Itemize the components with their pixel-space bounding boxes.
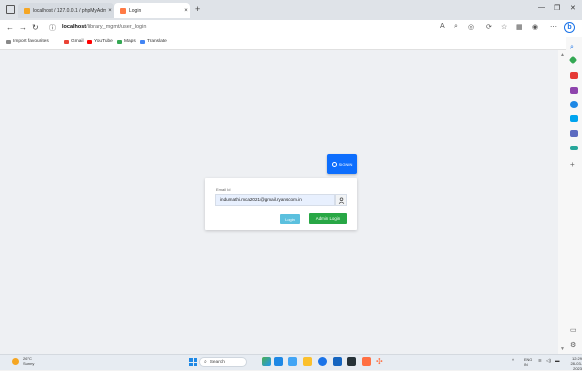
forward-icon[interactable]: → (19, 23, 27, 32)
battery-icon[interactable]: ▬ (555, 358, 560, 363)
lang-region: IN (524, 362, 528, 367)
outlook-icon[interactable] (570, 115, 578, 122)
edge-sidebar (566, 37, 582, 354)
bookmark-label: YouTube (94, 39, 113, 44)
info-icon[interactable]: ⓘ (49, 23, 56, 33)
tab-actions-icon[interactable] (6, 5, 15, 14)
restore-icon[interactable]: ❐ (554, 4, 560, 12)
scrollbar[interactable] (558, 50, 566, 354)
email-label: Email Id (216, 187, 231, 192)
close-tab-icon[interactable]: × (182, 8, 190, 14)
login-favicon-icon (120, 7, 126, 14)
games-icon[interactable] (570, 87, 578, 94)
more-icon[interactable]: ⋯ (550, 23, 557, 31)
edge-icon[interactable] (318, 357, 327, 366)
url-field[interactable]: localhost/library_mgmt/user_login (62, 24, 146, 30)
tools-icon[interactable] (570, 72, 578, 79)
terminal-icon[interactable] (347, 357, 356, 366)
gmail-icon (64, 39, 69, 44)
bookmark-label: Import favourites (13, 39, 49, 44)
bookmark-gmail[interactable]: Gmail (64, 39, 84, 44)
tab-login[interactable]: Login × (114, 3, 190, 18)
tab-title: Login (129, 7, 142, 14)
close-window-icon[interactable]: ✕ (570, 4, 576, 12)
youtube-icon (87, 39, 92, 44)
search-icon: ⌕ (204, 360, 207, 365)
weather-widget[interactable]: 26°C Sunny (23, 356, 35, 366)
tab-phpmyadmin[interactable]: localhost / 127.0.0.1 / phpMyAdmin × (18, 3, 114, 18)
bookmark-maps[interactable]: Maps (117, 39, 136, 44)
sun-icon[interactable] (12, 358, 19, 365)
signin-label: SIGNIN (338, 161, 353, 167)
signin-button[interactable]: SIGNIN (327, 154, 357, 174)
tray-chevron-icon[interactable]: ^ (512, 358, 514, 363)
language-indicator[interactable]: ENG IN (524, 358, 532, 367)
tab-title: localhost / 127.0.0.1 / phpMyAdmin (33, 7, 106, 14)
clock-date: 28-03-2023 (570, 361, 582, 371)
maps-icon (117, 39, 122, 44)
extensions-icon[interactable]: ⟳ (486, 23, 492, 31)
wifi-icon[interactable]: ≋ (538, 358, 542, 364)
scroll-up-icon[interactable]: ▲ (560, 52, 565, 58)
login-button[interactable]: Login (280, 214, 300, 224)
bookmark-translate[interactable]: Translate (140, 39, 167, 44)
drop-icon[interactable] (570, 130, 578, 137)
minimize-icon[interactable]: — (538, 4, 545, 11)
split-screen-icon[interactable]: ▭ (570, 326, 578, 334)
read-aloud-icon[interactable]: A (440, 23, 445, 30)
back-icon[interactable]: ← (6, 23, 14, 32)
telegram-icon[interactable] (570, 146, 578, 150)
tracking-icon[interactable]: ◎ (468, 23, 474, 31)
app-icon[interactable] (362, 357, 371, 366)
refresh-icon[interactable]: ↻ (32, 23, 39, 32)
collections-icon[interactable]: ▦ (516, 23, 523, 31)
file-explorer-icon[interactable] (303, 357, 312, 366)
windows-start-icon[interactable] (189, 358, 197, 366)
task-view-icon[interactable] (274, 357, 283, 366)
zoom-icon[interactable]: ⌕ (454, 23, 458, 31)
phpmyadmin-favicon-icon (24, 7, 30, 14)
search-label: Search (209, 359, 225, 365)
scroll-down-icon[interactable]: ▼ (560, 346, 565, 352)
close-tab-icon[interactable]: × (106, 8, 114, 14)
url-host: localhost (62, 24, 87, 30)
add-sidebar-icon[interactable]: + (570, 160, 578, 169)
email-field[interactable]: indumathi.mca2021@gmail.ryanscom.in (215, 194, 335, 206)
office-icon[interactable] (570, 101, 578, 108)
bookmark-label: Maps (124, 39, 136, 44)
teams-icon[interactable] (288, 357, 297, 366)
url-path: /library_mgmt/user_login (86, 24, 147, 30)
store-icon[interactable] (333, 357, 342, 366)
bookmark-label: Translate (147, 39, 167, 44)
import-icon (6, 39, 11, 44)
bookmark-youtube[interactable]: YouTube (87, 39, 113, 44)
volume-icon[interactable]: ◁) (546, 358, 551, 364)
user-icon (335, 194, 347, 206)
copilot-icon[interactable]: ◉ (532, 23, 538, 31)
favorite-icon[interactable]: ☆ (501, 23, 507, 31)
xampp-icon[interactable]: ✣ (376, 357, 385, 366)
bookmark-import[interactable]: Import favourites (6, 39, 49, 44)
settings-icon[interactable]: ⚙ (570, 341, 578, 349)
taskbar-search[interactable]: ⌕ Search (199, 357, 247, 367)
user-circle-icon (331, 161, 337, 167)
bookmark-label: Gmail (71, 39, 84, 44)
lang-code: ENG (524, 358, 533, 362)
translate-icon (140, 39, 145, 44)
weather-desc: Sunny (23, 360, 35, 366)
widgets-icon[interactable] (262, 357, 271, 366)
new-tab-icon[interactable]: + (195, 4, 200, 14)
admin-login-button[interactable]: Admin Login (309, 213, 347, 224)
profile-avatar-icon[interactable]: b (564, 22, 575, 33)
search-icon[interactable]: ⌕ (570, 44, 578, 51)
